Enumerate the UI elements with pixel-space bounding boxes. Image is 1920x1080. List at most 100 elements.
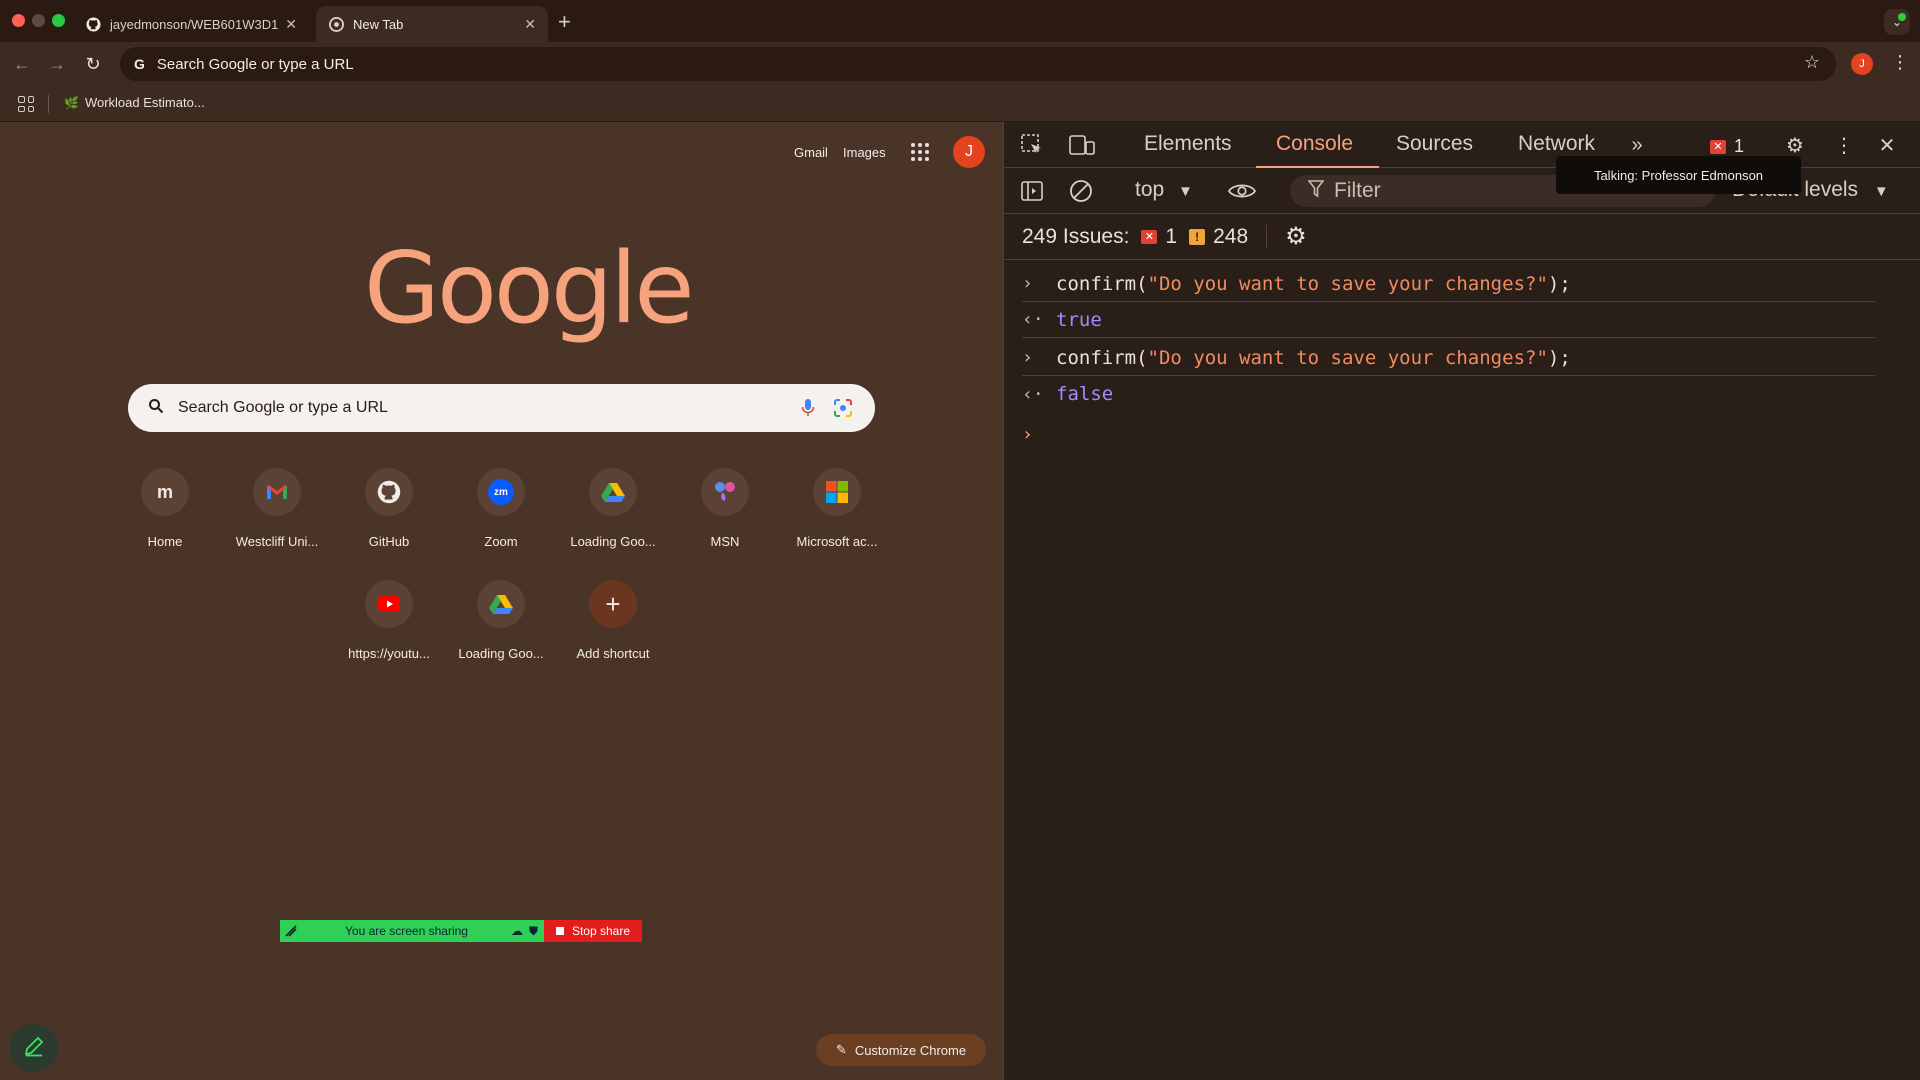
- devtools-panel: Elements Console Sources Network » ✕ 1 ⚙…: [1003, 122, 1920, 1080]
- tab-network[interactable]: Network: [1518, 132, 1595, 156]
- gmail-link[interactable]: Gmail: [794, 145, 828, 160]
- new-tab-page: Gmail Images J Google Search Google or t…: [0, 122, 1003, 1080]
- pencil-icon: ✎: [835, 1042, 847, 1057]
- drag-handle-icon[interactable]: [280, 925, 302, 937]
- tab-console[interactable]: Console: [1276, 132, 1353, 156]
- code-string: "Do you want to save your changes?": [1147, 272, 1548, 295]
- github-icon: [85, 16, 101, 32]
- shortcut-msn[interactable]: MSN: [669, 468, 781, 564]
- close-tab-icon[interactable]: ✕: [285, 16, 297, 33]
- context-value: top: [1135, 178, 1165, 201]
- shortcut-drive-2[interactable]: Loading Goo...: [445, 580, 557, 676]
- shortcut-zoom[interactable]: zm Zoom: [445, 468, 557, 564]
- zoom-icon: zm: [477, 468, 525, 516]
- apps-grid-icon[interactable]: [18, 96, 34, 112]
- console-output-line[interactable]: ‹· true: [1022, 302, 1875, 338]
- context-selector[interactable]: top ▼: [1135, 178, 1193, 202]
- issues-label: 249 Issues:: [1022, 224, 1130, 248]
- moodle-icon: m: [141, 468, 189, 516]
- console-input-line[interactable]: › confirm( "Do you want to save your cha…: [1022, 340, 1875, 376]
- share-status[interactable]: You are screen sharing ☁ ⛊: [280, 920, 544, 942]
- console-prompt[interactable]: ›: [1022, 416, 1875, 452]
- back-arrow-icon[interactable]: ←: [10, 52, 34, 76]
- stop-share-button[interactable]: Stop share: [544, 920, 642, 942]
- customize-chrome-button[interactable]: ✎ Customize Chrome: [816, 1034, 986, 1066]
- code-end: );: [1547, 346, 1571, 369]
- search-box[interactable]: Search Google or type a URL: [128, 384, 875, 432]
- stop-share-label: Stop share: [571, 924, 631, 938]
- more-tabs-icon[interactable]: »: [1623, 131, 1651, 159]
- divider: [48, 95, 49, 113]
- tab-new-tab[interactable]: New Tab ✕: [316, 6, 548, 42]
- shortcut-label: Microsoft ac...: [796, 534, 878, 549]
- tab-github[interactable]: jayedmonson/WEB601W3D1 ✕: [73, 6, 309, 42]
- shortcut-microsoft[interactable]: Microsoft ac...: [781, 468, 893, 564]
- google-drive-icon: [477, 580, 525, 628]
- stop-icon: [555, 927, 564, 935]
- tab-elements[interactable]: Elements: [1144, 132, 1232, 156]
- cloud-icon: ☁: [510, 924, 523, 938]
- edit-fab-button[interactable]: [10, 1024, 58, 1072]
- tab-sources[interactable]: Sources: [1396, 132, 1473, 156]
- sidebar-toggle-icon[interactable]: [1018, 177, 1046, 205]
- reload-icon[interactable]: ↻: [81, 52, 105, 76]
- google-drive-icon: [589, 468, 637, 516]
- issues-warnings[interactable]: ! 248: [1189, 225, 1248, 249]
- google-g-icon: G: [134, 56, 145, 72]
- add-shortcut-button[interactable]: + Add shortcut: [557, 580, 669, 676]
- google-logo: Google: [364, 232, 695, 346]
- customize-label: Customize Chrome: [854, 1042, 967, 1058]
- return-arrow-icon: ‹·: [1022, 309, 1044, 330]
- minimize-window-button[interactable]: [32, 14, 45, 27]
- google-apps-icon[interactable]: [911, 143, 929, 161]
- close-icon[interactable]: ✕: [1873, 131, 1901, 159]
- pencil-icon: [23, 1035, 45, 1062]
- shortcut-label: https://youtu...: [348, 646, 430, 661]
- kebab-menu-icon[interactable]: ⋮: [1891, 52, 1909, 73]
- close-window-button[interactable]: [12, 14, 25, 27]
- chevron-right-icon: ›: [1022, 347, 1033, 368]
- images-link[interactable]: Images: [843, 145, 886, 160]
- console-output[interactable]: › confirm( "Do you want to save your cha…: [1004, 260, 1920, 1080]
- issues-errors[interactable]: ✕ 1: [1141, 225, 1177, 249]
- shortcut-home[interactable]: m Home: [109, 468, 221, 564]
- microphone-icon[interactable]: [801, 398, 815, 423]
- gear-icon[interactable]: ⚙: [1781, 131, 1809, 159]
- tab-strip: jayedmonson/WEB601W3D1 ✕ New Tab ✕ + ⌄: [0, 0, 1920, 42]
- close-tab-icon[interactable]: ✕: [524, 16, 536, 33]
- error-icon: ✕: [1710, 139, 1726, 154]
- shortcut-westcliff[interactable]: Westcliff Uni...: [221, 468, 333, 564]
- tab-title: New Tab: [353, 16, 404, 32]
- gear-icon[interactable]: ⚙: [1285, 222, 1307, 251]
- console-output-line[interactable]: ‹· false: [1022, 376, 1875, 412]
- kebab-menu-icon[interactable]: ⋮: [1830, 131, 1858, 159]
- eye-icon[interactable]: [1228, 177, 1256, 205]
- shortcut-drive[interactable]: Loading Goo...: [557, 468, 669, 564]
- issues-bar[interactable]: 249 Issues: ✕ 1 ! 248 ⚙: [1004, 214, 1920, 260]
- speaker-tooltip: Talking: Professor Edmonson: [1556, 156, 1801, 194]
- tab-title: jayedmonson/WEB601W3D1: [110, 16, 279, 32]
- forward-arrow-icon[interactable]: →: [45, 52, 69, 76]
- shortcut-label: MSN: [710, 534, 740, 549]
- bookmarks-bar: 🌿 Workload Estimato...: [0, 86, 1920, 122]
- shortcut-github[interactable]: GitHub: [333, 468, 445, 564]
- tab-search-button[interactable]: ⌄: [1884, 9, 1910, 35]
- inspect-element-icon[interactable]: [1018, 131, 1046, 159]
- bookmark-star-icon[interactable]: ☆: [1804, 52, 1820, 73]
- search-placeholder: Search Google or type a URL: [178, 399, 388, 416]
- profile-avatar[interactable]: J: [1851, 53, 1873, 75]
- shortcut-youtube[interactable]: https://youtu...: [333, 580, 445, 676]
- device-toolbar-icon[interactable]: [1068, 131, 1096, 159]
- google-lens-icon[interactable]: [833, 398, 853, 423]
- error-count-badge[interactable]: ✕ 1: [1710, 136, 1744, 157]
- clear-console-icon[interactable]: [1067, 177, 1095, 205]
- console-input-line[interactable]: › confirm( "Do you want to save your cha…: [1022, 266, 1875, 302]
- bookmark-label: Workload Estimato...: [84, 95, 205, 110]
- prompt-chevron-icon: ›: [1022, 423, 1033, 445]
- bookmark-item[interactable]: 🌿 Workload Estimato...: [64, 95, 205, 110]
- account-avatar[interactable]: J: [953, 136, 985, 168]
- error-icon: ✕: [1141, 229, 1158, 244]
- new-tab-button[interactable]: +: [558, 9, 571, 35]
- address-bar[interactable]: G Search Google or type a URL ☆: [120, 47, 1836, 81]
- maximize-window-button[interactable]: [52, 14, 65, 27]
